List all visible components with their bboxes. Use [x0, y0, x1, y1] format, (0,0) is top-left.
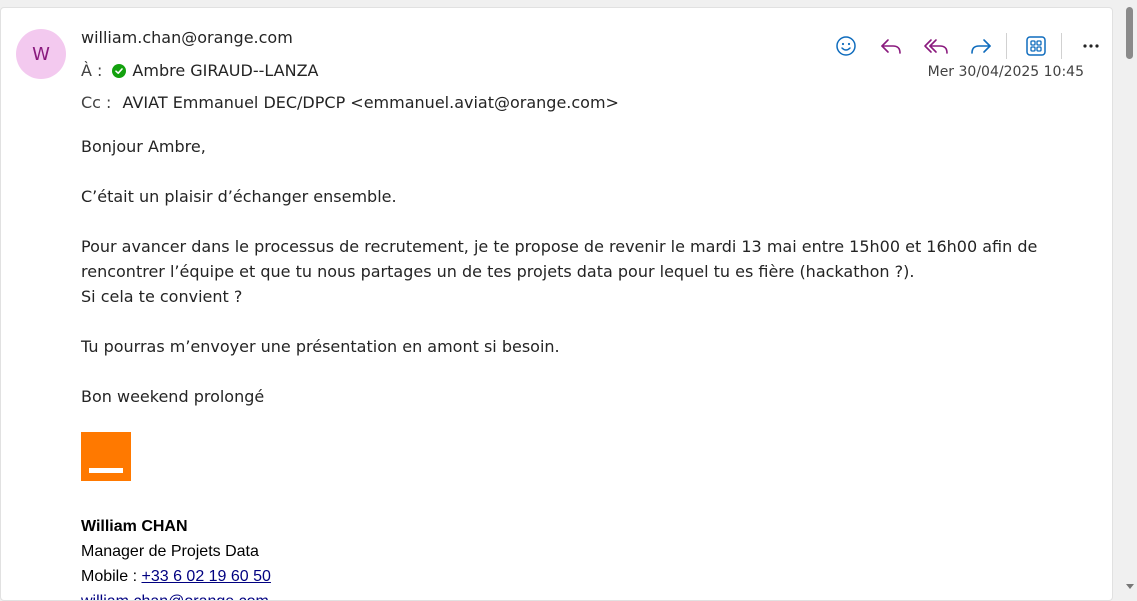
emoji-button[interactable] — [830, 30, 862, 62]
signature-title: Manager de Projets Data — [81, 543, 259, 560]
reply-button[interactable] — [875, 30, 907, 62]
email-reading-pane: W william.chan@orange.com À : Ambre GIRA… — [0, 7, 1113, 601]
message-toolbar — [830, 29, 1112, 63]
mobile-link[interactable]: +33 6 02 19 60 50 — [141, 568, 270, 585]
body-paragraph: C’était un plaisir d’échanger ensemble. — [81, 187, 397, 206]
body-paragraph: Si cela te convient ? — [81, 287, 243, 306]
mobile-label: Mobile : — [81, 568, 138, 585]
signature-mobile: Mobile : +33 6 02 19 60 50 — [81, 564, 271, 589]
to-recipient[interactable]: Ambre GIRAUD--LANZA — [132, 61, 318, 80]
scrollbar-thumb[interactable] — [1126, 7, 1133, 59]
vertical-scrollbar[interactable] — [1123, 0, 1137, 601]
scroll-down-arrow-icon[interactable] — [1126, 584, 1134, 589]
presence-available-icon — [112, 63, 127, 78]
sender-address[interactable]: william.chan@orange.com — [81, 28, 293, 47]
apps-icon — [1026, 36, 1046, 56]
body-greeting: Bonjour Ambre, — [81, 137, 206, 156]
body-paragraph: Pour avancer dans le processus de recrut… — [81, 237, 1038, 256]
cc-recipient[interactable]: AVIAT Emmanuel DEC/DPCP <emmanuel.aviat@… — [123, 93, 619, 112]
forward-icon — [971, 39, 991, 54]
more-actions-button[interactable] — [1075, 30, 1107, 62]
more-icon — [1083, 44, 1099, 48]
to-row: À : Ambre GIRAUD--LANZA — [81, 61, 318, 80]
body-paragraph: rencontrer l’équipe et que tu nous parta… — [81, 262, 915, 281]
to-label: À : — [81, 61, 103, 80]
cc-row: Cc : AVIAT Emmanuel DEC/DPCP <emmanuel.a… — [81, 93, 619, 112]
apps-button[interactable] — [1020, 30, 1052, 62]
email-signature: William CHAN Manager de Projets Data Mob… — [81, 514, 271, 600]
email-date: Mer 30/04/2025 10:45 — [927, 64, 1084, 80]
orange-logo — [81, 432, 131, 481]
reply-icon — [881, 39, 901, 54]
cc-label: Cc : — [81, 93, 112, 112]
reply-all-icon — [924, 39, 948, 54]
signature-name: William CHAN — [81, 518, 188, 535]
body-paragraph: Tu pourras m’envoyer une présentation en… — [81, 337, 560, 356]
email-body: Bonjour Ambre, C’était un plaisir d’écha… — [81, 134, 1061, 409]
body-paragraph: Bon weekend prolongé — [81, 387, 265, 406]
signature-email-link[interactable]: william.chan@orange.com — [81, 589, 271, 600]
emoji-icon — [836, 36, 856, 56]
forward-button[interactable] — [965, 30, 997, 62]
reply-all-button[interactable] — [920, 30, 952, 62]
sender-avatar[interactable]: W — [16, 29, 66, 79]
toolbar-divider — [1006, 33, 1007, 59]
toolbar-divider — [1061, 33, 1062, 59]
